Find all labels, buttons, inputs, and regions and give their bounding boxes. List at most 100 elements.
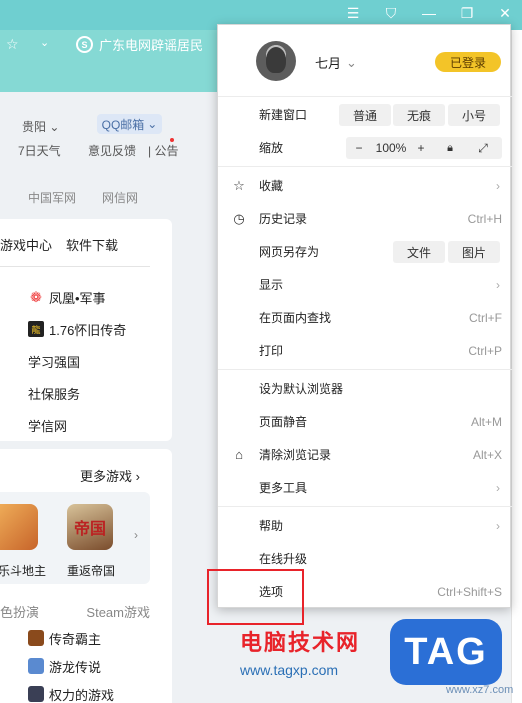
menu-item-label: 新建窗口 (259, 108, 308, 122)
game-icon (28, 630, 44, 646)
menu-item-mute[interactable]: 页面静音 Alt+M (218, 405, 512, 438)
games-card: 更多游戏 › 乐斗地主 帝国 重返帝国 › 色扮演 Steam游戏 传奇霸主 游… (0, 449, 172, 703)
qq-mail-button[interactable]: QQ邮箱 ⌄ (97, 114, 162, 134)
menu-item-label: 缩放 (259, 141, 284, 155)
game-tile[interactable] (0, 504, 38, 550)
chevron-right-icon: › (496, 178, 500, 193)
list-item[interactable]: 传奇霸主 (28, 624, 114, 652)
menu-item-find[interactable]: 在页面内查找 Ctrl+F (218, 301, 512, 334)
save-as-file-button[interactable]: 文件 (393, 241, 445, 263)
game-name: 重返帝国 (67, 564, 116, 578)
notice-link[interactable]: | 公告 (148, 142, 178, 159)
more-games-link[interactable]: 更多游戏 › (80, 466, 140, 485)
new-alt-account-window-button[interactable]: 小号 (448, 104, 500, 126)
menu-item-help[interactable]: 帮助 › (218, 509, 512, 542)
divider (218, 166, 512, 167)
browser-main-menu: 七月 ⌄ 已登录 新建窗口 普通 无痕 小号 缩放 − 100% + 🔒︎ ⤢ … (217, 24, 512, 608)
list-item[interactable]: ❁ 凤凰•军事 (28, 281, 126, 313)
tab-software-download[interactable]: 软件下载 (66, 235, 118, 254)
user-section: 七月 ⌄ 已登录 (218, 25, 512, 97)
fenghuang-icon: ❁ (30, 288, 42, 305)
games-carousel: 乐斗地主 帝国 重返帝国 › (0, 492, 150, 584)
menu-row-save-as: 网页另存为 文件 图片 (218, 235, 512, 268)
new-normal-window-button[interactable]: 普通 (339, 104, 391, 126)
game-name: 乐斗地主 (0, 564, 47, 578)
fullscreen-icon[interactable]: ⤢ (468, 137, 498, 159)
feedback-link[interactable]: 意见反馈 (88, 142, 136, 159)
save-as-image-button[interactable]: 图片 (448, 241, 500, 263)
games-list: 传奇霸主 游龙传说 权力的游戏 (28, 624, 114, 703)
quick-links: 中国军网 网信网 (28, 189, 138, 206)
divider (0, 266, 150, 267)
window-controls: ☰ ⛉ — ❐ ✕ (344, 4, 514, 22)
menu-row-zoom: 缩放 − 100% + 🔒︎ ⤢ (218, 131, 512, 164)
page-tab[interactable]: S 广东电网辟谣居民 (76, 35, 203, 54)
clock-icon: ◷ (233, 210, 245, 226)
zoom-in-button[interactable]: + (410, 137, 432, 159)
menu-item-history[interactable]: ◷ 历史记录 Ctrl+H (218, 202, 512, 235)
divider (218, 506, 512, 507)
quick-link[interactable]: 中国军网 (28, 189, 76, 206)
chevron-down-icon[interactable]: ⌄ (40, 36, 49, 49)
menu-item-favorites[interactable]: ☆ 收藏 › (218, 169, 512, 202)
chevron-down-icon: ⌄ (346, 54, 357, 70)
shortcut-label: Ctrl+Shift+S (437, 584, 502, 599)
menu-item-print[interactable]: 打印 Ctrl+P (218, 334, 512, 367)
tab-category[interactable]: 色扮演 (0, 602, 39, 621)
quick-link[interactable]: 网信网 (102, 189, 138, 206)
username[interactable]: 七月 ⌄ (315, 53, 357, 72)
menu-item-more-tools[interactable]: 更多工具 › (218, 471, 512, 504)
list-item[interactable]: 学习强国 (28, 345, 126, 377)
list-item[interactable]: 游龙传说 (28, 652, 114, 680)
city-selector[interactable]: 贵阳 ⌄ (22, 118, 59, 135)
game-icon: 龍 (28, 321, 44, 337)
shortcut-label: Ctrl+H (467, 211, 502, 226)
menu-item-label: 网页另存为 (259, 245, 320, 259)
zoom-controls: − 100% + 🔒︎ ⤢ (346, 137, 502, 159)
game-tile[interactable]: 帝国 (67, 504, 113, 550)
list-item[interactable]: 权力的游戏 (28, 680, 114, 703)
chevron-right-icon: › (496, 480, 500, 495)
star-icon: ☆ (233, 177, 245, 193)
broom-icon: ⌂ (235, 447, 243, 462)
game-icon (28, 658, 44, 674)
scrollbar[interactable] (511, 30, 522, 703)
shortcut-label: Ctrl+P (468, 343, 502, 358)
services-tabs: 游戏中心 软件下载 (0, 235, 118, 254)
highlight-box (207, 569, 304, 625)
menu-item-display[interactable]: 显示 › (218, 268, 512, 301)
menu-item-clear-history[interactable]: ⌂ 清除浏览记录 Alt+X (218, 438, 512, 471)
divider (218, 369, 512, 370)
list-item[interactable]: 龍 1.76怀旧传奇 (28, 313, 126, 345)
shortcut-label: Ctrl+F (469, 310, 502, 325)
list-item[interactable]: 学信网 (28, 409, 126, 441)
main-menu-icon[interactable]: ☰ (344, 4, 362, 22)
new-incognito-window-button[interactable]: 无痕 (393, 104, 445, 126)
tab-category[interactable]: Steam游戏 (86, 602, 150, 621)
menu-item-set-default[interactable]: 设为默认浏览器 (218, 372, 512, 405)
notification-dot (170, 138, 174, 142)
menu-row-new-window: 新建窗口 普通 无痕 小号 (218, 98, 512, 131)
chevron-right-icon: › (496, 518, 500, 533)
list-item[interactable]: 社保服务 (28, 377, 126, 409)
watermark-title: 电脑技术网 (240, 631, 361, 656)
watermark-sub-url: www.xz7.com (446, 684, 514, 696)
game-category-tabs: 色扮演 Steam游戏 (0, 602, 172, 621)
zoom-out-button[interactable]: − (346, 137, 372, 159)
services-card: 游戏中心 软件下载 ❁ 凤凰•军事 龍 1.76怀旧传奇 学习强国 社保服务 学… (0, 219, 172, 441)
minimize-icon[interactable]: — (420, 4, 438, 22)
zoom-level: 100% (375, 141, 407, 155)
avatar[interactable] (256, 41, 296, 81)
restore-icon[interactable]: ❐ (458, 4, 476, 22)
login-status-button[interactable]: 已登录 (435, 52, 501, 72)
weather-link[interactable]: 7日天气 (18, 142, 61, 159)
lock-icon[interactable]: 🔒︎ (432, 137, 468, 159)
site-logo-icon: S (76, 36, 93, 53)
close-icon[interactable]: ✕ (496, 4, 514, 22)
favorite-star-icon[interactable]: ☆ (6, 36, 19, 53)
skin-icon[interactable]: ⛉ (382, 4, 400, 22)
tab-game-center[interactable]: 游戏中心 (0, 235, 52, 254)
services-list: ❁ 凤凰•军事 龍 1.76怀旧传奇 学习强国 社保服务 学信网 (28, 281, 126, 441)
shortcut-label: Alt+X (472, 447, 502, 462)
chevron-right-icon[interactable]: › (134, 528, 138, 542)
